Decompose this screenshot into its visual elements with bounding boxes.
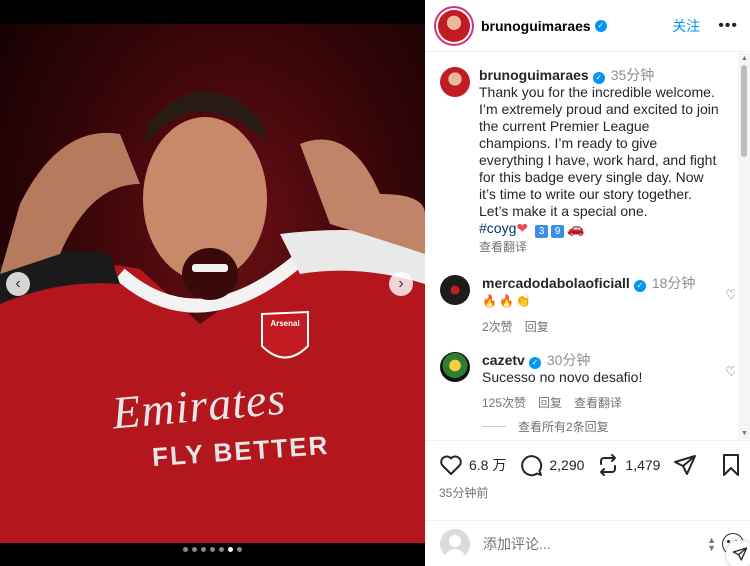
chevron-left-icon[interactable]: ‹ xyxy=(6,272,30,296)
bookmark-icon xyxy=(723,454,740,476)
post-caption: brunoguimaraes ✓ 35分钟 Thank you for the in… xyxy=(425,53,735,256)
caption-author-avatar[interactable] xyxy=(440,67,470,97)
media-pane: Arsenal Emirates FLY BETTER ‹ › xyxy=(0,0,425,566)
replies-divider xyxy=(482,426,506,427)
current-user-avatar xyxy=(440,528,470,559)
view-replies-link[interactable]: 查看所有2条回复 xyxy=(425,418,735,435)
heart-icon xyxy=(440,455,462,475)
commenter-avatar[interactable] xyxy=(440,352,470,382)
comment-item: mercadodabolaoficiall ✓ 18分钟 🔥🔥👏 2次赞 回复 ♡ xyxy=(425,275,735,336)
author-avatar[interactable] xyxy=(438,9,470,42)
commenter-username[interactable]: mercadodabolaoficiall xyxy=(482,275,630,291)
scroll-down-icon[interactable]: ▼ xyxy=(741,430,748,437)
scroll-up-icon[interactable]: ▲ xyxy=(741,55,748,62)
comment-likes[interactable]: 125次赞 xyxy=(482,396,526,410)
car-emoji: 🚗 xyxy=(566,220,585,236)
commenter-avatar[interactable] xyxy=(440,275,470,305)
comment-input[interactable]: 添加评论... xyxy=(483,534,707,554)
heart-emoji: ❤ xyxy=(516,220,529,236)
repost-count: 1,479 xyxy=(625,457,661,473)
scrollbar-thumb[interactable] xyxy=(741,65,747,157)
comment-text: Sucesso no novo desafio! xyxy=(482,369,643,385)
follow-button[interactable]: 关注 xyxy=(672,16,700,36)
caption-username[interactable]: brunoguimaraes xyxy=(479,67,589,83)
caption-hashtag[interactable]: #coyg xyxy=(479,220,516,236)
badge-text: Arsenal xyxy=(270,319,300,328)
like-action[interactable]: 6.8 万 xyxy=(439,454,506,476)
verified-badge-icon: ✓ xyxy=(594,19,607,32)
more-horizontal-icon[interactable]: ••• xyxy=(718,17,738,35)
resize-arrows-icon[interactable]: ▲ ▼ xyxy=(707,535,716,552)
comment-meta: 125次赞 回复 查看翻译 xyxy=(482,395,702,412)
save-action[interactable] xyxy=(721,453,747,477)
heart-outline-icon[interactable]: ♡ xyxy=(725,287,735,303)
caption-time: 35分钟 xyxy=(610,67,655,83)
repost-action[interactable]: 1,479 xyxy=(597,453,660,477)
chevron-right-icon[interactable]: › xyxy=(389,272,413,296)
slide-dot xyxy=(201,547,206,552)
comment-text: 🔥🔥👏 xyxy=(482,294,533,308)
share-action[interactable] xyxy=(673,453,703,477)
send-icon xyxy=(732,547,748,561)
slide-dot xyxy=(237,547,242,552)
repost-icon xyxy=(600,454,617,476)
like-count: 6.8 万 xyxy=(469,457,507,473)
add-comment-bar: 添加评论... ▲ ▼ xyxy=(425,520,750,566)
send-icon xyxy=(674,455,697,475)
keycap-9-emoji: 9 xyxy=(550,225,564,238)
verified-badge-icon: ✓ xyxy=(592,72,605,84)
floating-send-icon[interactable] xyxy=(726,540,750,566)
slide-dot xyxy=(219,547,224,552)
comment-likes[interactable]: 2次赞 xyxy=(482,320,513,334)
comment-body: cazetv ✓ 30分钟 Sucesso no novo desafio! 125… xyxy=(482,352,702,412)
slide-dot xyxy=(192,547,197,552)
comment-time: 18分钟 xyxy=(651,275,696,291)
verified-badge-icon: ✓ xyxy=(528,357,541,369)
posted-time: 35分钟前 xyxy=(439,486,489,500)
view-replies-label: 查看所有2条回复 xyxy=(518,420,609,434)
verified-badge-icon: ✓ xyxy=(633,280,646,292)
comment-action[interactable]: 2,290 xyxy=(519,453,584,477)
comment-body: mercadodabolaoficiall ✓ 18分钟 🔥🔥👏 2次赞 回复 xyxy=(482,275,702,336)
comment-count: 2,290 xyxy=(549,457,585,473)
commenter-username[interactable]: cazetv xyxy=(482,352,525,368)
post-actions: 6.8 万 2,290 1,479 35分钟前 xyxy=(425,440,750,501)
comment-reply-button[interactable]: 回复 xyxy=(538,396,562,410)
caption-translate-link[interactable]: 查看翻译 xyxy=(479,239,719,256)
slide-indicator xyxy=(0,547,425,552)
action-row: 6.8 万 2,290 1,479 xyxy=(439,451,750,479)
comments-scrollbar[interactable]: ▲ ▼ xyxy=(738,53,750,439)
comments-list: brunoguimaraes ✓ 35分钟 Thank you for the in… xyxy=(425,53,735,439)
post-header: brunoguimaraes ✓ 关注 ••• xyxy=(425,0,750,52)
slide-dot xyxy=(228,547,233,552)
comment-reply-button[interactable]: 回复 xyxy=(525,320,549,334)
comment-meta: 2次赞 回复 xyxy=(482,319,702,336)
comment-translate-link[interactable]: 查看翻译 xyxy=(574,396,622,410)
comment-time: 30分钟 xyxy=(546,352,591,368)
keycap-3-emoji: 3 xyxy=(534,225,548,238)
comment-icon xyxy=(521,455,543,477)
caption-text: Thank you for the incredible welcome. I’… xyxy=(479,84,719,219)
post-side-panel: brunoguimaraes ✓ 关注 ••• brunoguimaraes ✓ 3… xyxy=(425,0,750,566)
slide-dot xyxy=(183,547,188,552)
slide-dot xyxy=(210,547,215,552)
post-photo[interactable]: Arsenal Emirates FLY BETTER xyxy=(0,24,425,543)
heart-outline-icon[interactable]: ♡ xyxy=(725,364,735,380)
comment-item: cazetv ✓ 30分钟 Sucesso no novo desafio! 125… xyxy=(425,352,735,412)
author-username[interactable]: brunoguimaraes xyxy=(481,18,591,34)
caption-body: brunoguimaraes ✓ 35分钟 Thank you for the in… xyxy=(479,67,719,256)
instagram-post-modal: Arsenal Emirates FLY BETTER ‹ › brunogui… xyxy=(0,0,750,566)
